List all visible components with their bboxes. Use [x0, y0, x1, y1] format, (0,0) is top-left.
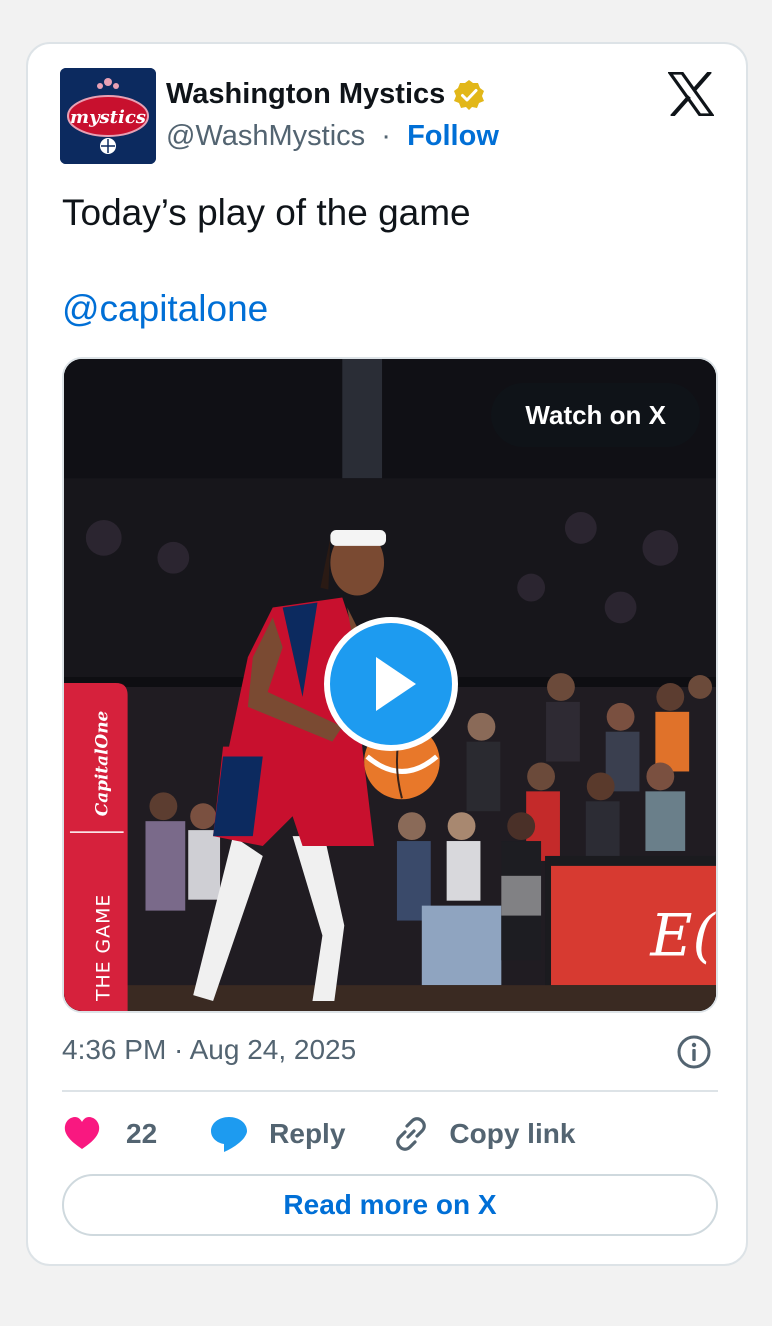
- follow-button[interactable]: Follow: [407, 120, 499, 152]
- verified-badge-icon: [454, 79, 485, 110]
- like-action[interactable]: 22: [62, 1114, 209, 1154]
- tweet-card: mystics Washington Mystics @WashMystics …: [26, 42, 748, 1266]
- play-button[interactable]: [324, 617, 458, 751]
- watch-on-x-label: Watch on X: [525, 399, 666, 430]
- tweet-timestamp[interactable]: 4:36 PM · Aug 24, 2025: [62, 1034, 356, 1066]
- copy-link-label: Copy link: [449, 1118, 576, 1149]
- x-logo-icon[interactable]: [668, 72, 714, 116]
- speech-bubble-icon: [211, 1117, 248, 1152]
- action-bar: 22 Reply Copy link: [62, 1112, 575, 1156]
- read-more-button[interactable]: Read more on X: [62, 1174, 718, 1236]
- heart-icon: [64, 1117, 100, 1149]
- account-name[interactable]: Washington Mystics: [166, 78, 445, 111]
- play-icon: [376, 657, 416, 711]
- like-count: 22: [126, 1118, 158, 1149]
- account-name-row: Washington Mystics: [166, 78, 485, 111]
- avatar-text: mystics: [70, 107, 146, 128]
- tweet-text: Today’s play of the game: [62, 192, 471, 233]
- reply-action[interactable]: Reply: [209, 1114, 391, 1154]
- banner-game-text: THE GAME: [93, 894, 115, 1002]
- reply-label: Reply: [269, 1118, 346, 1149]
- mention-link[interactable]: @capitalone: [62, 288, 268, 330]
- courtside-sign-text: E(: [649, 901, 716, 969]
- divider: [62, 1090, 718, 1092]
- mystics-avatar[interactable]: mystics: [60, 68, 156, 164]
- mystics-logo-icon: mystics: [60, 68, 156, 164]
- read-more-label: Read more on X: [283, 1189, 497, 1220]
- video-thumbnail[interactable]: E(CapitalOne THE GAME Watch on X: [62, 357, 718, 1013]
- handle-row: @WashMystics · Follow: [166, 120, 499, 153]
- copy-link-action[interactable]: Copy link: [391, 1114, 575, 1154]
- watch-on-x-button[interactable]: Watch on X: [491, 383, 700, 447]
- info-icon[interactable]: [676, 1034, 712, 1070]
- banner-brand-text: CapitalOne: [92, 711, 112, 817]
- account-handle[interactable]: @WashMystics: [166, 120, 365, 152]
- link-icon: [396, 1117, 427, 1151]
- handle-separator: ·: [373, 120, 399, 152]
